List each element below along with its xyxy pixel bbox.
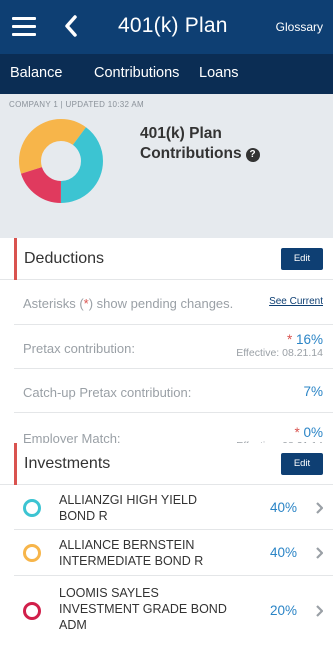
investment-row[interactable]: LOOMIS SAYLES INVESTMENT GRADE BOND ADM … xyxy=(14,576,333,666)
fund-name-line: ALLIANCE BERNSTEIN xyxy=(59,538,195,552)
deduction-row-catchup[interactable]: Catch-up Pretax contribution: 7% xyxy=(14,369,333,413)
investments-edit-button[interactable]: Edit xyxy=(281,453,323,475)
page-title: 401(k) Plan xyxy=(118,14,228,37)
fund-color-ring xyxy=(23,602,41,620)
deduction-percent: 0% xyxy=(303,425,323,440)
help-icon[interactable]: ? xyxy=(245,148,260,162)
pending-note: Asterisks (*) show pending changes. xyxy=(23,296,233,311)
investment-row[interactable]: ALLIANZGI HIGH YIELD BOND R 40% xyxy=(14,486,333,530)
chevron-right-icon xyxy=(316,502,323,514)
fund-name: ALLIANCE BERNSTEIN INTERMEDIATE BOND R xyxy=(59,537,203,569)
deduction-percent: 7% xyxy=(303,384,323,399)
fund-name: LOOMIS SAYLES INVESTMENT GRADE BOND ADM xyxy=(59,585,227,633)
deduction-label: Pretax contribution: xyxy=(23,341,136,356)
fund-color-ring xyxy=(23,499,41,517)
pending-note-row: Asterisks (*) show pending changes. See … xyxy=(14,281,333,325)
deduction-percent: 16% xyxy=(295,332,323,347)
fund-name-line: INTERMEDIATE BOND R xyxy=(59,554,204,568)
updated-meta: COMPANY 1 | UPDATED 10:32 AM xyxy=(9,100,144,109)
section-accent-bar xyxy=(14,238,17,280)
deduction-value: * 0% xyxy=(294,425,323,440)
fund-color-ring xyxy=(23,544,41,562)
see-current-link[interactable]: See Current xyxy=(269,296,323,307)
investment-row[interactable]: ALLIANCE BERNSTEIN INTERMEDIATE BOND R 4… xyxy=(14,530,333,576)
pending-star: * xyxy=(286,332,293,347)
glossary-link[interactable]: Glossary xyxy=(276,20,323,34)
fund-name: ALLIANZGI HIGH YIELD BOND R xyxy=(59,492,197,524)
chevron-right-icon xyxy=(316,605,323,617)
investments-header: Investments Edit xyxy=(0,443,333,485)
deduction-label: Catch-up Pretax contribution: xyxy=(23,385,192,400)
fund-name-line: ADM xyxy=(59,618,87,632)
deductions-header: Deductions Edit xyxy=(0,238,333,280)
note-prefix: Asterisks ( xyxy=(23,296,84,311)
allocation-donut-chart xyxy=(19,119,103,203)
fund-name-line: ALLIANZGI HIGH YIELD xyxy=(59,493,198,507)
summary-title: 401(k) Plan Contributions? xyxy=(140,124,260,164)
donut-segments xyxy=(19,119,103,203)
chevron-right-icon xyxy=(316,547,323,559)
pending-star: * xyxy=(294,425,300,440)
effective-date: Effective: 08.21.14 xyxy=(236,347,323,359)
summary-title-line2: Contributions xyxy=(140,145,242,162)
fund-percent: 40% xyxy=(269,500,297,515)
deductions-heading: Deductions xyxy=(24,250,105,267)
tab-loans[interactable]: Loans xyxy=(199,65,239,81)
tab-balance[interactable]: Balance xyxy=(10,65,62,81)
deduction-value: * 16% xyxy=(287,332,323,347)
section-accent-bar xyxy=(14,443,17,485)
fund-name-line: BOND R xyxy=(59,509,108,523)
plan-summary: COMPANY 1 | UPDATED 10:32 AM 401(k) Plan… xyxy=(0,94,333,234)
note-suffix: ) show pending changes. xyxy=(88,296,234,311)
app-header: 401(k) Plan Glossary xyxy=(0,0,333,54)
tab-contributions[interactable]: Contributions xyxy=(94,65,179,81)
deductions-edit-button[interactable]: Edit xyxy=(281,248,323,270)
back-chevron-icon[interactable] xyxy=(62,13,80,39)
menu-icon[interactable] xyxy=(12,17,36,37)
fund-percent: 20% xyxy=(269,603,297,618)
fund-name-line: LOOMIS SAYLES xyxy=(59,586,159,600)
deduction-row-pretax[interactable]: Pretax contribution: * 16% Effective: 08… xyxy=(14,325,333,369)
tab-bar: Balance Contributions Loans xyxy=(0,54,333,94)
summary-title-line1: 401(k) Plan xyxy=(140,125,222,142)
investments-heading: Investments xyxy=(24,455,111,472)
fund-percent: 40% xyxy=(269,545,297,560)
fund-name-line: INVESTMENT GRADE BOND xyxy=(59,602,227,616)
